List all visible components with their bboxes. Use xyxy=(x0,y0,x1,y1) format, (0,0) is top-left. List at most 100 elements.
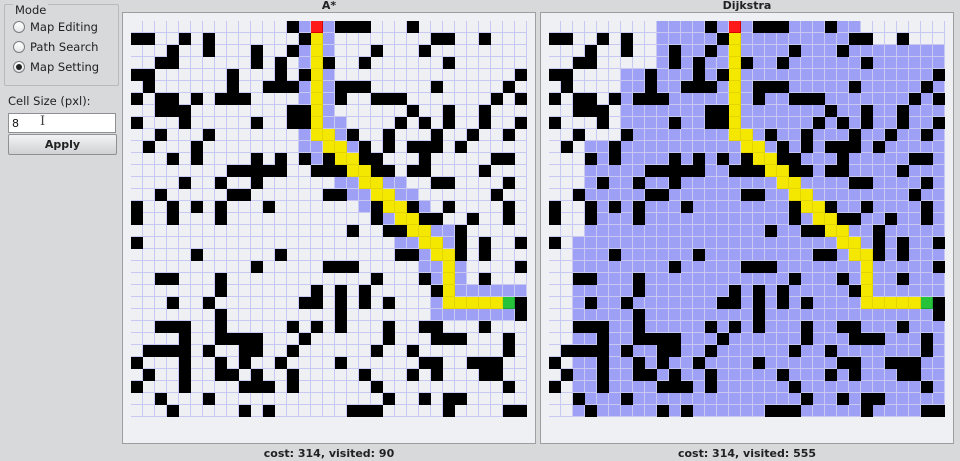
grid-cell-visited[interactable] xyxy=(777,129,789,141)
grid-cell-wall[interactable] xyxy=(335,81,347,93)
grid-cell[interactable] xyxy=(479,189,491,201)
grid-cell[interactable] xyxy=(191,165,203,177)
grid-cell-path[interactable] xyxy=(861,297,873,309)
grid-cell-visited[interactable] xyxy=(645,237,657,249)
grid-cell[interactable] xyxy=(359,225,371,237)
grid-cell-visited[interactable] xyxy=(873,129,885,141)
grid-cell[interactable] xyxy=(383,285,395,297)
grid-cell[interactable] xyxy=(609,129,621,141)
grid-cell-wall[interactable] xyxy=(681,201,693,213)
grid-cell-visited[interactable] xyxy=(669,285,681,297)
grid-cell[interactable] xyxy=(561,213,573,225)
grid-cell[interactable] xyxy=(143,321,155,333)
grid-cell[interactable] xyxy=(359,105,371,117)
grid-cell-visited[interactable] xyxy=(933,129,945,141)
grid-cell-wall[interactable] xyxy=(753,21,765,33)
grid-cell[interactable] xyxy=(179,141,191,153)
grid-cell[interactable] xyxy=(239,21,251,33)
grid-cell-wall[interactable] xyxy=(335,297,347,309)
grid-cell[interactable] xyxy=(561,237,573,249)
grid-cell-wall[interactable] xyxy=(753,309,765,321)
grid-cell-wall[interactable] xyxy=(789,381,801,393)
grid-cell-visited[interactable] xyxy=(885,189,897,201)
grid-cell-wall[interactable] xyxy=(693,249,705,261)
grid-cell-wall[interactable] xyxy=(573,57,585,69)
grid-cell-wall[interactable] xyxy=(801,129,813,141)
grid-cell[interactable] xyxy=(347,357,359,369)
grid-cell-wall[interactable] xyxy=(573,393,585,405)
grid-cell[interactable] xyxy=(419,57,431,69)
grid-cell-path[interactable] xyxy=(311,117,323,129)
grid-cell-visited[interactable] xyxy=(813,321,825,333)
grid-cell-visited[interactable] xyxy=(741,177,753,189)
grid-cell[interactable] xyxy=(347,393,359,405)
grid-cell[interactable] xyxy=(371,369,383,381)
grid-cell-visited[interactable] xyxy=(933,381,945,393)
grid-cell-wall[interactable] xyxy=(897,357,909,369)
grid-cell-visited[interactable] xyxy=(633,249,645,261)
grid-cell[interactable] xyxy=(263,225,275,237)
grid-cell-visited[interactable] xyxy=(921,261,933,273)
grid-cell-wall[interactable] xyxy=(383,333,395,345)
grid-cell-wall[interactable] xyxy=(777,21,789,33)
grid-cell-visited[interactable] xyxy=(873,321,885,333)
grid-cell-wall[interactable] xyxy=(503,129,515,141)
grid-cell-path[interactable] xyxy=(419,225,431,237)
grid-cell[interactable] xyxy=(419,369,431,381)
grid-cell-wall[interactable] xyxy=(383,129,395,141)
grid-cell-visited[interactable] xyxy=(705,285,717,297)
grid-cell[interactable] xyxy=(609,21,621,33)
grid-cell[interactable] xyxy=(143,117,155,129)
grid-cell-visited[interactable] xyxy=(669,69,681,81)
grid-cell[interactable] xyxy=(131,297,143,309)
grid-cell[interactable] xyxy=(191,237,203,249)
grid-cell-visited[interactable] xyxy=(717,249,729,261)
grid-cell-wall[interactable] xyxy=(561,33,573,45)
grid-cell[interactable] xyxy=(371,261,383,273)
grid-cell[interactable] xyxy=(561,201,573,213)
grid-cell-wall[interactable] xyxy=(753,285,765,297)
grid-cell[interactable] xyxy=(383,57,395,69)
grid-cell-wall[interactable] xyxy=(933,117,945,129)
grid-cell-wall[interactable] xyxy=(299,117,311,129)
grid-cell[interactable] xyxy=(191,189,203,201)
grid-cell-wall[interactable] xyxy=(633,177,645,189)
grid-cell-wall[interactable] xyxy=(717,33,729,45)
grid-cell[interactable] xyxy=(251,297,263,309)
grid-cell-visited[interactable] xyxy=(801,81,813,93)
grid-cell[interactable] xyxy=(131,225,143,237)
grid-cell-wall[interactable] xyxy=(503,177,515,189)
grid-cell-visited[interactable] xyxy=(897,57,909,69)
grid-cell-visited[interactable] xyxy=(765,213,777,225)
grid-cell-wall[interactable] xyxy=(479,165,491,177)
grid-cell-visited[interactable] xyxy=(479,309,491,321)
grid-cell-wall[interactable] xyxy=(789,345,801,357)
grid-cell-visited[interactable] xyxy=(299,129,311,141)
grid-cell-wall[interactable] xyxy=(621,33,633,45)
grid-cell-wall[interactable] xyxy=(347,81,359,93)
grid-cell[interactable] xyxy=(347,201,359,213)
grid-cell-wall[interactable] xyxy=(215,357,227,369)
grid-cell[interactable] xyxy=(491,393,503,405)
grid-cell-wall[interactable] xyxy=(503,153,515,165)
grid-cell-visited[interactable] xyxy=(765,201,777,213)
grid-cell-visited[interactable] xyxy=(657,57,669,69)
grid-cell-wall[interactable] xyxy=(407,21,419,33)
grid-cell[interactable] xyxy=(549,189,561,201)
grid-cell[interactable] xyxy=(491,69,503,81)
grid-cell-wall[interactable] xyxy=(491,153,503,165)
grid-cell-visited[interactable] xyxy=(861,129,873,141)
grid-cell-visited[interactable] xyxy=(597,201,609,213)
grid-cell[interactable] xyxy=(371,33,383,45)
grid-cell-visited[interactable] xyxy=(849,393,861,405)
grid-cell-visited[interactable] xyxy=(813,189,825,201)
grid-cell[interactable] xyxy=(503,57,515,69)
grid-cell[interactable] xyxy=(203,69,215,81)
grid-cell-visited[interactable] xyxy=(621,381,633,393)
grid-cell-path[interactable] xyxy=(395,201,407,213)
grid-cell-wall[interactable] xyxy=(407,141,419,153)
grid-cell-wall[interactable] xyxy=(443,393,455,405)
grid-cell-wall[interactable] xyxy=(455,393,467,405)
grid-cell-wall[interactable] xyxy=(861,177,873,189)
grid-cell-visited[interactable] xyxy=(765,93,777,105)
